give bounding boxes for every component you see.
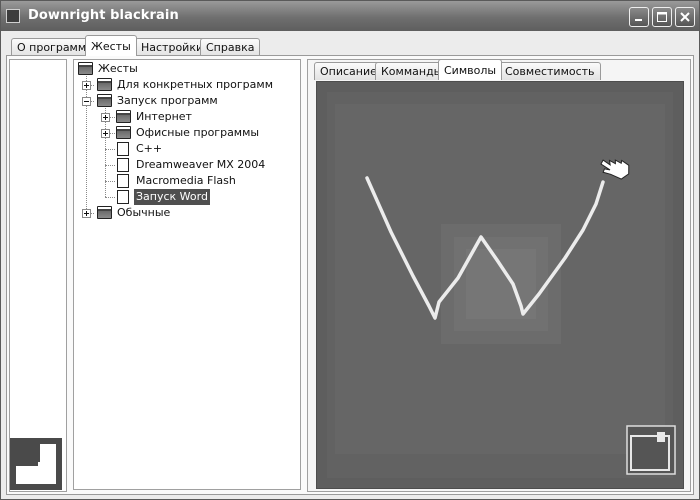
minimize-icon — [635, 19, 642, 21]
tab-description[interactable]: Описание — [314, 62, 383, 80]
tree-item-label: Запуск программ — [117, 94, 218, 107]
tree-item-label: Macromedia Flash — [136, 174, 236, 187]
tab-help[interactable]: Справка — [200, 38, 261, 56]
folder-icon — [78, 62, 93, 75]
tree-expander[interactable] — [101, 129, 110, 138]
title-bar[interactable]: Downright blackrain — [1, 1, 699, 31]
tree-collapser[interactable] — [82, 97, 91, 106]
tree-line — [105, 149, 115, 150]
document-icon — [117, 158, 129, 172]
tab-gestures[interactable]: Жесты — [85, 35, 137, 56]
tab-compatibility[interactable]: Совместимость — [499, 62, 601, 80]
tree-item-label: Dreamweaver MX 2004 — [136, 158, 266, 171]
folder-icon — [97, 206, 112, 219]
folder-icon — [116, 110, 131, 123]
close-button[interactable] — [675, 7, 695, 27]
tree-item-label-selected: Запуск Word — [134, 189, 210, 205]
tree-item-label: Офисные программы — [136, 126, 260, 139]
tree-item-label: C++ — [136, 142, 163, 155]
close-icon — [680, 12, 690, 22]
tree-expander[interactable] — [101, 113, 110, 122]
tree-item-label: Интернет — [136, 110, 192, 123]
tree-line — [105, 197, 115, 198]
gesture-tree[interactable]: Жесты Для конкретных программ Запуск про… — [73, 59, 301, 490]
document-icon — [117, 190, 129, 204]
maximize-button[interactable] — [652, 7, 672, 27]
gesture-preview-icon[interactable] — [626, 425, 676, 475]
left-pane — [9, 59, 67, 492]
folder-icon — [116, 126, 131, 139]
folder-icon — [97, 78, 112, 91]
minimize-button[interactable] — [629, 7, 649, 27]
document-icon — [117, 174, 129, 188]
app-window: Downright blackrain О программе Жесты На… — [0, 0, 700, 500]
tree-item-label: Обычные — [117, 206, 171, 219]
app-icon[interactable] — [6, 9, 20, 23]
folder-icon — [97, 94, 112, 107]
tab-settings[interactable]: Настройки — [135, 38, 210, 56]
gesture-canvas[interactable] — [316, 81, 684, 489]
tree-expander[interactable] — [82, 81, 91, 90]
tree-line — [105, 165, 115, 166]
tree-line — [105, 181, 115, 182]
tab-symbols[interactable]: Символы — [438, 59, 503, 80]
document-icon — [117, 142, 129, 156]
maximize-icon — [657, 12, 667, 22]
tree-item-label: Для конкретных программ — [117, 78, 273, 91]
tree-item-label: Жесты — [98, 62, 138, 75]
tree-expander[interactable] — [82, 209, 91, 218]
window-title: Downright blackrain — [28, 8, 179, 23]
app-logo — [10, 438, 62, 490]
